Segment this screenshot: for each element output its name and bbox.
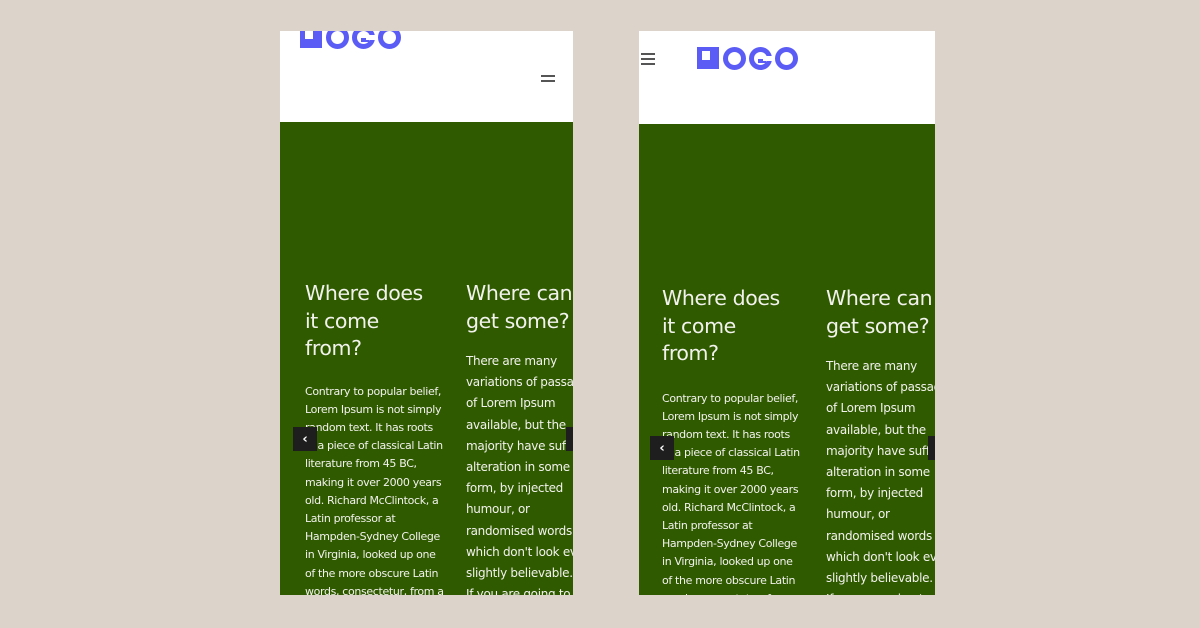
body-line: available, but the (826, 422, 926, 437)
mobile-preview-a: Where does it come from? Contrary to popul… (280, 31, 573, 595)
body-line: making it over 2000 years (662, 482, 799, 496)
body-line: slightly believable. (466, 566, 573, 581)
body-line: variations of passages (826, 380, 935, 395)
slide-body: Contrary to popular belief, Lorem Ipsum i… (305, 383, 447, 596)
body-line: Hampden-Sydney College (305, 530, 440, 544)
slide-heading: Where does it come from? (305, 281, 423, 360)
slide-column-origin: Where does it come from? Contrary to popul… (662, 285, 804, 595)
slider-next-button[interactable]: › (566, 427, 573, 451)
logo[interactable] (300, 31, 403, 49)
body-line: which don't look even (826, 549, 935, 564)
hamburger-menu-icon[interactable] (541, 75, 555, 87)
body-line: If you are going to (466, 587, 571, 595)
slide-heading: Where can Iget some? (466, 281, 573, 333)
logo-letter-o (775, 46, 798, 70)
slider-next-button[interactable]: › (928, 436, 935, 460)
body-line: of the more obscure Latin (305, 566, 439, 580)
body-line: Contrary to popular belief, (662, 391, 799, 405)
body-line: Lorem Ipsum is not simply (662, 409, 799, 423)
logo-letter-l (300, 31, 322, 48)
body-line: in a piece of classical Latin (305, 439, 443, 453)
body-line: Lorem Ipsum is not simply (305, 402, 442, 416)
body-line: words, consectetur, from a (305, 584, 444, 595)
slide-body: There are many variations of passages of L… (826, 356, 935, 595)
body-line: making it over 2000 years (305, 475, 442, 489)
body-line: majority have suffered (826, 443, 935, 458)
mobile-preview-b: Where does it come from? Contrary to popul… (639, 31, 935, 595)
slider-prev-button[interactable]: ‹ (650, 436, 674, 460)
body-line: old. Richard McClintock, a (305, 493, 439, 507)
slide-column-get-some: Where can Iget some? There are many varia… (466, 280, 573, 595)
body-line: humour, or (826, 507, 890, 522)
body-line: in Virginia, looked up one (662, 555, 793, 569)
body-line: alteration in some (466, 460, 570, 475)
logo-letter-l (697, 47, 719, 69)
body-line: alteration in some (826, 465, 930, 480)
body-line: slightly believable. (826, 571, 933, 586)
hero-slider: Where does it come from? Contrary to popul… (280, 122, 573, 595)
body-line: Contrary to popular belief, (305, 384, 442, 398)
body-line: old. Richard McClintock, a (662, 500, 796, 514)
body-line: of Lorem Ipsum (466, 396, 556, 411)
body-line: randomised words (466, 523, 572, 538)
body-line: form, by injected (466, 481, 563, 496)
body-line: There are many (466, 354, 557, 368)
logo-letter-o (326, 31, 349, 49)
body-line: random text. It has roots (662, 427, 790, 441)
logo-letter-g (352, 31, 375, 49)
body-line: which don't look even (466, 544, 573, 559)
body-line: variations of passages (466, 375, 573, 390)
slide-heading: Where does it come from? (662, 286, 780, 365)
body-line: Latin professor at (305, 511, 396, 525)
logo-letter-g (749, 46, 772, 70)
body-line: randomised words (826, 528, 932, 543)
body-line: majority have suffered (466, 438, 573, 453)
hamburger-menu-icon[interactable] (641, 53, 655, 65)
body-line: in a piece of classical Latin (662, 446, 800, 460)
body-line: available, but the (466, 417, 566, 432)
site-header (280, 31, 573, 122)
slide-heading: Where can Iget some? (826, 286, 935, 338)
body-line: random text. It has roots (305, 420, 433, 434)
slide-column-get-some: Where can Iget some? There are many varia… (826, 285, 935, 595)
body-line: Latin professor at (662, 518, 753, 532)
body-line: of Lorem Ipsum (826, 401, 916, 416)
body-line: There are many (826, 359, 917, 373)
chevron-left-icon: ‹ (302, 431, 308, 447)
site-header (639, 31, 935, 124)
logo[interactable] (697, 46, 800, 70)
chevron-left-icon: ‹ (659, 440, 665, 456)
body-line: form, by injected (826, 486, 923, 501)
slide-body: There are many variations of passages of L… (466, 351, 573, 595)
body-line: Hampden-Sydney College (662, 537, 797, 551)
body-line: literature from 45 BC, (662, 464, 774, 478)
body-line: If you are going to (826, 589, 935, 595)
hero-slider: Where does it come from? Contrary to popul… (639, 124, 935, 595)
logo-letter-o (723, 46, 746, 70)
body-line: words, consectetur, from a (662, 590, 804, 595)
body-line: humour, or (466, 502, 530, 517)
slider-prev-button[interactable]: ‹ (293, 427, 317, 451)
body-line: literature from 45 BC, (305, 457, 417, 471)
body-line: in Virginia, looked up one (305, 548, 436, 562)
body-line: of the more obscure Latin (662, 573, 796, 587)
slide-body: Contrary to popular belief, Lorem Ipsum i… (662, 390, 804, 596)
logo-letter-o (378, 31, 401, 49)
slide-column-origin: Where does it come from? Contrary to popul… (305, 280, 447, 595)
